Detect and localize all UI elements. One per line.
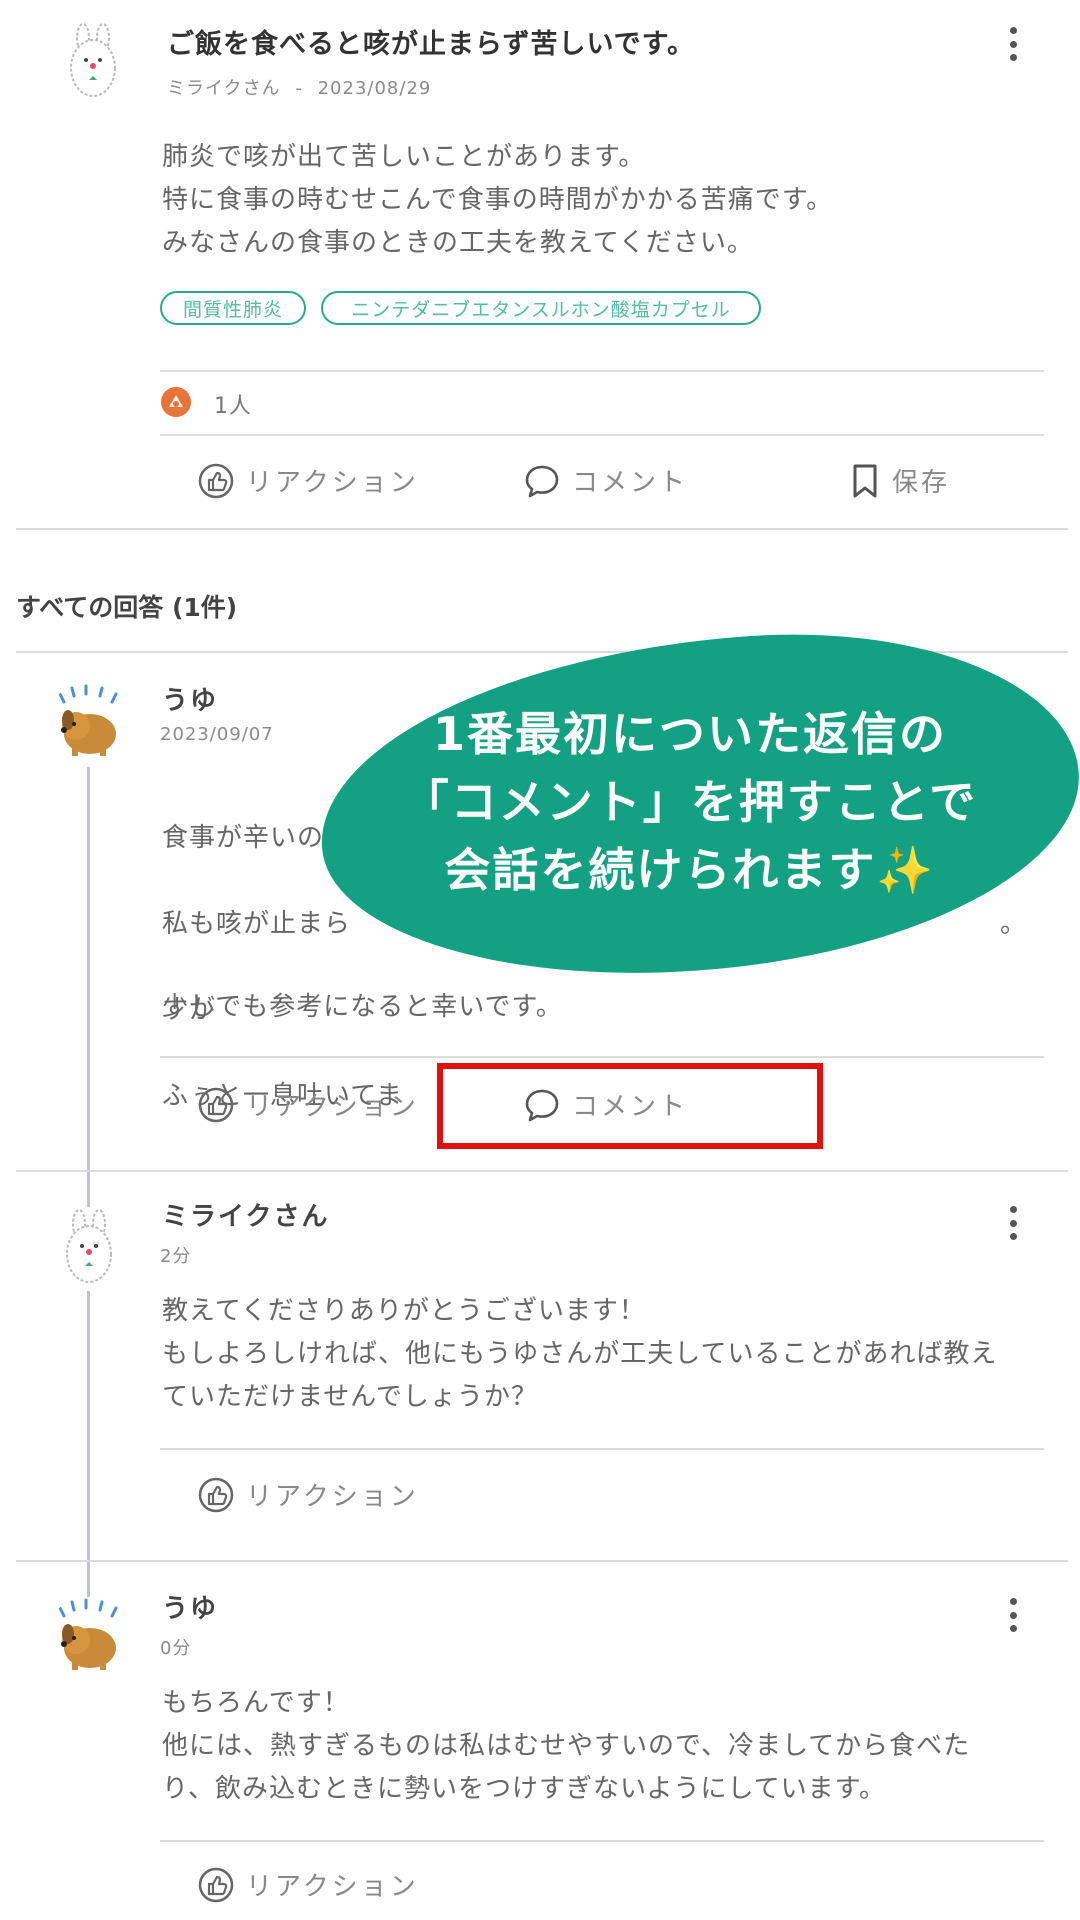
thumbs-up-icon [198,463,234,498]
dog-avatar[interactable] [46,1596,132,1682]
more-vertical-icon[interactable] [1008,27,1018,61]
reaction-label: リアクション [246,1872,419,1902]
thumbs-up-icon [198,1477,234,1512]
section-divider [16,528,1068,530]
more-vertical-icon[interactable] [1008,1598,1018,1632]
thumbs-up-icon [198,1867,234,1902]
reply-body: 教えてくださりありがとうございます！ もしよろしければ、他にもうゆさんが工夫して… [162,1296,998,1412]
reply-author[interactable]: うゆ [162,1588,218,1625]
reaction-label: リアクション [246,468,419,498]
reaction-badge-icon [160,386,192,422]
reply-inner-divider [160,1840,1044,1842]
answer-divider [160,1056,1044,1058]
comment-button[interactable]: コメント [524,462,688,499]
save-button[interactable]: 保存 [850,462,950,499]
reaction-count[interactable]: 1人 [214,388,252,420]
thumbs-up-icon [198,1087,234,1122]
reaction-label: リアクション [246,1092,419,1122]
rabbit-avatar[interactable] [46,1206,132,1292]
callout-line-1: 1番最初についた返信の [432,707,947,761]
answer-author[interactable]: うゆ [162,680,218,717]
tag-interstitial-pneumonia[interactable]: 間質性肺炎 [160,291,306,325]
more-vertical-icon[interactable] [1008,1206,1018,1240]
reply-time: 0分 [160,1638,192,1659]
reply-inner-divider [160,1448,1044,1450]
rabbit-avatar[interactable] [50,20,136,106]
bookmark-icon [853,464,877,497]
question-author[interactable]: ミライクさん [167,78,281,99]
comment-highlight-box [437,1063,823,1149]
reply-divider-2 [16,1560,1068,1562]
callout-line-2: 「コメント」を押すことで [402,775,978,829]
answers-header: すべての回答 (1件) [16,593,238,622]
question-divider-2 [160,434,1044,436]
reaction-button[interactable]: リアクション [198,1866,419,1903]
tag-nintedanib[interactable]: ニンテダニブエタンスルホン酸塩カプセル [321,291,761,325]
question-meta: ミライクさん - 2023/08/29 [167,74,431,100]
question-date: 2023/08/29 [317,78,432,99]
answer-date: 2023/09/07 [160,724,274,745]
callout-line-3: 会話を続けられます✨ [444,843,936,897]
callout-text: 1番最初についた返信の 「コメント」を押すことで 会話を続けられます✨ [340,700,1040,904]
reaction-button[interactable]: リアクション [198,1086,419,1123]
speech-bubble-icon [525,465,559,497]
reaction-button[interactable]: リアクション [198,462,419,499]
question-body: 肺炎で咳が出て苦しいことがあります。 特に食事の時むせこんで食事の時間がかかる苦… [162,142,834,258]
dog-avatar[interactable] [46,682,132,768]
reply-time: 2分 [160,1246,192,1267]
reply-body: もちろんです！ 他には、熱すぎるものは私はむせやすいので、冷ましてから食べた り… [162,1688,971,1804]
reaction-label: リアクション [246,1482,419,1512]
question-title: ご飯を食べると咳が止まらず苦しいです。 [167,29,695,60]
comment-label: コメント [572,468,689,498]
save-label: 保存 [892,468,951,498]
reply-divider-1 [16,1170,1068,1172]
question-divider-1 [160,370,1044,372]
meta-separator: - [295,78,303,99]
reaction-button[interactable]: リアクション [198,1476,419,1513]
answer-closing: 少しでも参考になると幸いです。 [162,992,563,1022]
answer-body-tail: 。 [1000,909,1028,939]
reply-author[interactable]: ミライクさん [162,1196,329,1233]
